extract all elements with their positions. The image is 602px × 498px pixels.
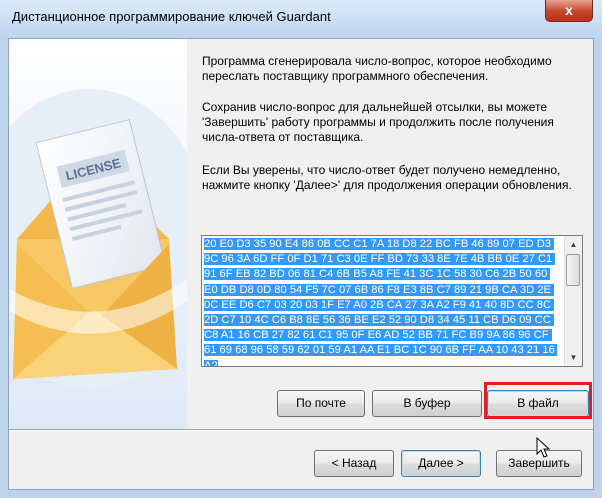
- question-number-value: 20 E0 D3 35 90 E4 86 0B CC C1 7A 18 D8 2…: [204, 238, 558, 366]
- window-title: Дистанционное программирование ключей Gu…: [12, 9, 331, 24]
- dialog-window: Дистанционное программирование ключей Gu…: [0, 0, 602, 498]
- dialog-client-area: LICENSE Программа сгенерировала число-во…: [0, 38, 594, 490]
- highlight-frame: [484, 382, 592, 419]
- scroll-thumb[interactable]: [566, 254, 580, 286]
- instruction-paragraph-2: Сохранив число-вопрос для дальнейшей отс…: [202, 100, 554, 144]
- close-button[interactable]: x: [545, 0, 593, 22]
- wizard-side-image: LICENSE: [0, 39, 209, 429]
- scroll-down-arrow-icon[interactable]: ▼: [565, 349, 582, 366]
- question-number-textarea[interactable]: 20 E0 D3 35 90 E4 86 0B CC C1 7A 18 D8 2…: [201, 235, 583, 367]
- question-number-text[interactable]: 20 E0 D3 35 90 E4 86 0B CC C1 7A 18 D8 2…: [204, 237, 558, 366]
- textarea-scrollbar[interactable]: ▲ ▼: [564, 236, 582, 366]
- instruction-paragraph-3: Если Вы уверены, что число-ответ будет п…: [202, 163, 572, 192]
- close-icon: x: [565, 2, 573, 18]
- copy-to-clipboard-button[interactable]: В буфер: [372, 390, 482, 417]
- title-bar[interactable]: Дистанционное программирование ключей Gu…: [0, 0, 602, 38]
- back-button[interactable]: < Назад: [314, 450, 394, 477]
- footer-separator: [9, 429, 593, 431]
- scroll-up-arrow-icon[interactable]: ▲: [565, 236, 582, 253]
- license-envelope-icon: LICENSE: [0, 89, 209, 389]
- next-button[interactable]: Далее >: [401, 450, 481, 477]
- send-by-mail-button[interactable]: По почте: [277, 390, 365, 417]
- mouse-cursor-icon: [536, 437, 550, 458]
- instruction-paragraph-1: Программа сгенерировала число-вопрос, ко…: [202, 54, 552, 83]
